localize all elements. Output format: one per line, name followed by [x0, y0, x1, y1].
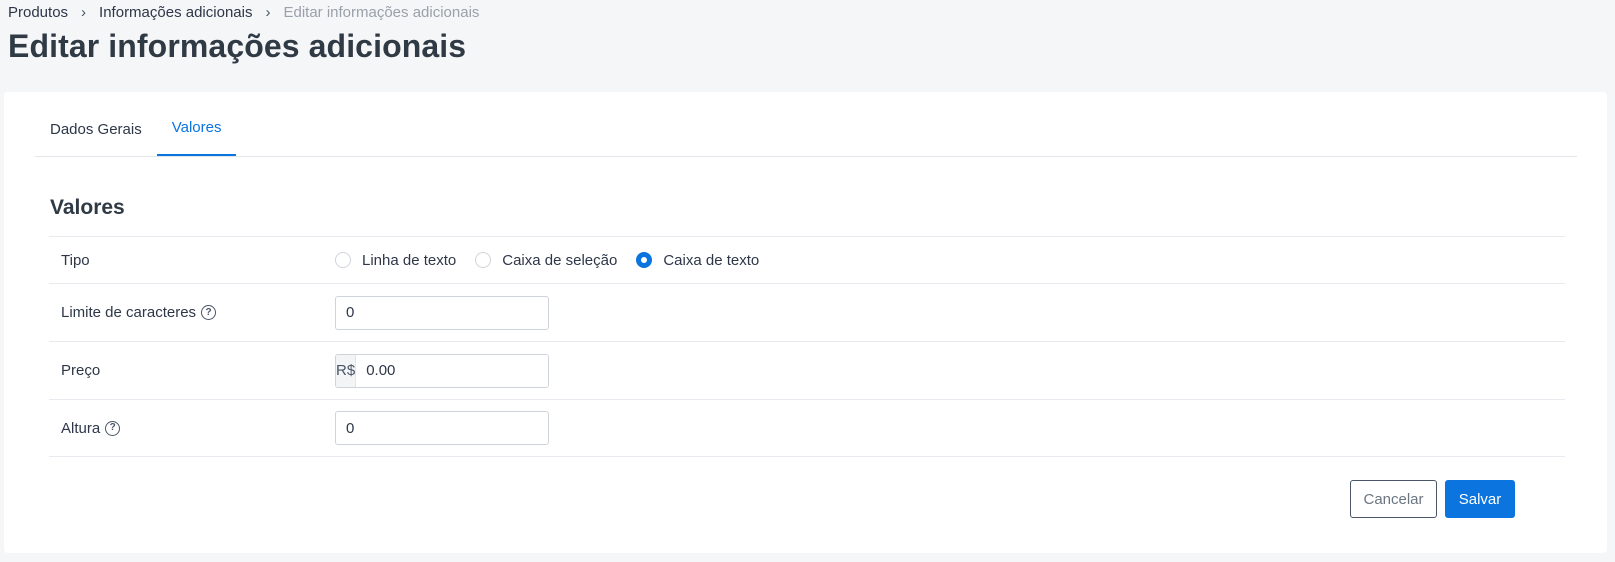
tipo-label: Tipo	[61, 251, 90, 269]
form-row-limite: Limite de caracteres ?	[49, 283, 1565, 341]
breadcrumb: Produtos › Informações adicionais › Edit…	[8, 3, 479, 23]
form-row-altura: Altura ?	[49, 399, 1565, 457]
radio-label: Caixa de texto	[663, 251, 760, 269]
preco-input-group: R$	[335, 353, 549, 388]
radio-option-caixa-de-texto[interactable]: Caixa de texto	[636, 252, 759, 269]
altura-label: Altura	[61, 419, 101, 437]
breadcrumb-separator: ›	[81, 4, 87, 21]
values-form: Tipo Linha de texto Caixa de seleção Cai…	[49, 236, 1565, 457]
radio-caixa-de-texto[interactable]	[636, 252, 653, 268]
page-title: Editar informações adicionais	[8, 28, 467, 64]
altura-label-wrapper: Altura ?	[49, 420, 335, 437]
tab-valores[interactable]: Valores	[156, 91, 237, 156]
breadcrumb-item-informacoes[interactable]: Informações adicionais	[99, 3, 252, 23]
breadcrumb-separator: ›	[265, 4, 271, 21]
tab-dados-gerais[interactable]: Dados Gerais	[35, 92, 157, 156]
tipo-radio-group: Linha de texto Caixa de seleção Caixa de…	[335, 252, 778, 269]
radio-option-linha-de-texto[interactable]: Linha de texto	[335, 252, 456, 269]
radio-linha-de-texto[interactable]	[335, 252, 351, 268]
preco-input[interactable]	[356, 354, 548, 387]
currency-addon: R$	[336, 354, 357, 387]
tab-bar: Dados Gerais Valores	[35, 92, 1577, 157]
question-circle-icon[interactable]: ?	[201, 305, 217, 320]
limite-caracteres-input[interactable]	[335, 295, 549, 330]
limite-label: Limite de caracteres	[61, 304, 197, 321]
radio-caixa-de-selecao[interactable]	[475, 252, 492, 268]
radio-label: Linha de texto	[362, 251, 457, 269]
limite-label-wrapper: Limite de caracteres ?	[49, 304, 335, 321]
form-row-tipo: Tipo Linha de texto Caixa de seleção Cai…	[49, 236, 1565, 283]
radio-option-caixa-de-selecao[interactable]: Caixa de seleção	[475, 252, 617, 269]
save-button[interactable]: Salvar	[1445, 480, 1515, 518]
form-card: Dados Gerais Valores Valores Tipo Linha …	[4, 92, 1607, 553]
tab-label: Dados Gerais	[50, 120, 142, 138]
section-title: Valores	[50, 196, 125, 219]
question-circle-icon[interactable]: ?	[105, 420, 121, 436]
breadcrumb-item-produtos[interactable]: Produtos	[8, 3, 68, 23]
radio-label: Caixa de seleção	[502, 251, 618, 269]
cancel-button[interactable]: Cancelar	[1350, 480, 1437, 518]
form-row-preco: Preço R$	[49, 341, 1565, 399]
altura-input[interactable]	[335, 411, 549, 445]
breadcrumb-current: Editar informações adicionais	[283, 4, 480, 21]
preco-label: Preço	[61, 362, 101, 379]
tab-label: Valores	[171, 119, 222, 136]
